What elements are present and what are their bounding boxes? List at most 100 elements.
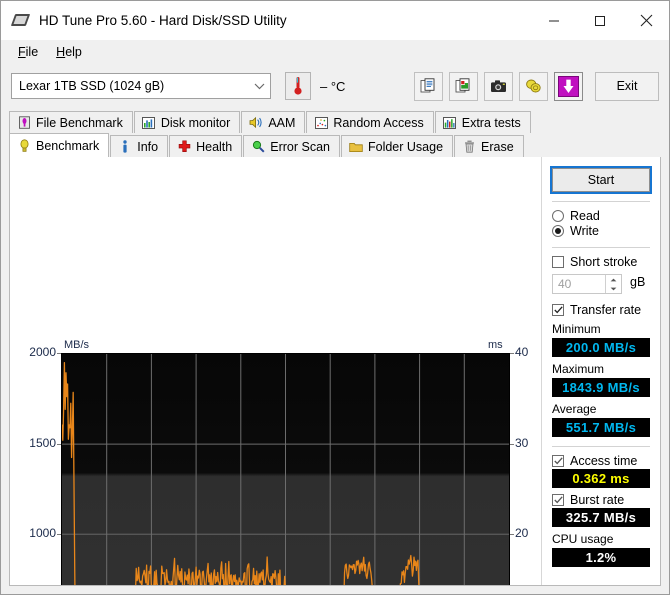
transfer-rate-checkbox[interactable] <box>552 304 564 316</box>
hd-tune-window: HD Tune Pro 5.60 - Hard Disk/SSD Utility… <box>0 0 670 595</box>
radio-read-control[interactable] <box>552 210 564 222</box>
checkbox-short-stroke[interactable]: Short stroke <box>552 255 652 269</box>
y-tick-label: 2000 <box>29 345 56 359</box>
y2-tick-label: 40 <box>515 345 529 359</box>
short-stroke-checkbox[interactable] <box>552 256 564 268</box>
benchmark-panel: MB/s ms 200015001000500 40302010 0102204… <box>9 157 661 586</box>
cpu-usage-value: 1.2% <box>552 548 650 567</box>
checkbox-transfer-rate[interactable]: Transfer rate <box>552 303 652 317</box>
y2-tick-label: 30 <box>515 435 529 450</box>
tab-error-scan[interactable]: Error Scan <box>243 135 340 157</box>
y2-tick-mark <box>510 534 514 535</box>
stepper-down[interactable] <box>606 284 621 293</box>
tab-row-bottom: Benchmark Info Health Error Scan Folder … <box>9 133 661 157</box>
average-value: 551.7 MB/s <box>552 418 650 437</box>
file-benchmark-icon <box>17 116 31 130</box>
burst-rate-value: 325.7 MB/s <box>552 508 650 527</box>
tab-label: Folder Usage <box>367 139 444 154</box>
minimum-label: Minimum <box>552 322 601 336</box>
extra-tests-icon <box>443 116 457 130</box>
menu-bar: File Help <box>1 40 669 63</box>
tab-label: Health <box>196 139 233 154</box>
copy-image-button[interactable] <box>449 71 478 101</box>
window-controls <box>531 1 669 40</box>
app-icon <box>10 12 31 29</box>
radio-read[interactable]: Read <box>552 209 652 223</box>
folder-icon <box>349 140 363 154</box>
minimize-button[interactable] <box>531 1 577 40</box>
radio-read-label: Read <box>570 209 600 223</box>
menu-help[interactable]: Help <box>47 43 91 61</box>
access-time-checkbox[interactable] <box>552 455 564 467</box>
info-icon <box>118 139 132 154</box>
stepper-buttons[interactable] <box>605 275 621 293</box>
y2-tick-mark <box>510 353 514 354</box>
tab-file-benchmark[interactable]: File Benchmark <box>9 111 133 133</box>
tab-random-access[interactable]: Random Access <box>306 111 434 133</box>
drive-select[interactable]: Lexar 1TB SSD (1024 gB) <box>11 73 271 99</box>
average-label: Average <box>552 402 597 416</box>
tab-label: Benchmark <box>36 138 100 153</box>
tab-folder-usage[interactable]: Folder Usage <box>340 135 454 157</box>
trash-icon <box>462 140 476 154</box>
copy-text-button[interactable] <box>414 71 443 101</box>
access-time-label: Access time <box>570 454 638 468</box>
thermometer-icon <box>285 72 311 100</box>
burst-rate-label: Burst rate <box>570 493 625 507</box>
title-bar: HD Tune Pro 5.60 - Hard Disk/SSD Utility <box>1 1 669 40</box>
y-tick-label: 1500 <box>29 435 56 450</box>
results-panel: Start Read Write Short stroke 40 gB Tran… <box>541 157 660 585</box>
tab-label: Extra tests <box>461 115 521 130</box>
y2-axis-label: ms <box>488 339 503 351</box>
tab-row-top: File Benchmark Disk monitor AAM Random A… <box>9 109 661 133</box>
maximize-button[interactable] <box>577 1 623 40</box>
download-button[interactable] <box>554 71 583 101</box>
checkbox-access-time[interactable]: Access time <box>552 454 652 468</box>
screenshot-button[interactable] <box>484 71 513 101</box>
tab-disk-monitor[interactable]: Disk monitor <box>133 111 241 133</box>
chevron-down-icon <box>248 83 270 90</box>
temperature-value: – °C <box>320 78 346 94</box>
start-button[interactable]: Start <box>550 166 652 194</box>
transfer-rate-label: Transfer rate <box>570 303 642 317</box>
radio-write-control[interactable] <box>552 225 564 237</box>
magnifier-icon <box>251 140 265 154</box>
plot-area <box>61 353 510 585</box>
menu-file[interactable]: File <box>9 43 47 61</box>
exit-button[interactable]: Exit <box>595 71 659 101</box>
toolbar: Lexar 1TB SSD (1024 gB) – °C Exit <box>1 63 669 109</box>
toolbar-buttons: Exit <box>414 71 659 101</box>
y-axis-label: MB/s <box>64 339 90 351</box>
y2-tick-mark <box>510 443 514 445</box>
coins-button[interactable] <box>519 71 548 101</box>
checkbox-burst-rate[interactable]: Burst rate <box>552 493 652 507</box>
short-stroke-label: Short stroke <box>570 255 638 269</box>
tab-info[interactable]: Info <box>110 135 169 157</box>
burst-rate-checkbox[interactable] <box>552 494 564 506</box>
short-stroke-stepper[interactable]: 40 <box>552 274 622 294</box>
window-title: HD Tune Pro 5.60 - Hard Disk/SSD Utility <box>39 13 287 28</box>
tab-label: AAM <box>268 115 296 130</box>
tab-label: Disk monitor <box>160 115 231 130</box>
random-access-icon <box>314 116 328 130</box>
tab-erase[interactable]: Erase <box>454 135 524 157</box>
tab-extra-tests[interactable]: Extra tests <box>434 111 531 133</box>
stepper-up[interactable] <box>606 275 621 284</box>
radio-write[interactable]: Write <box>552 224 652 238</box>
divider <box>552 446 650 447</box>
tab-label: Error Scan <box>270 139 330 154</box>
close-button[interactable] <box>623 1 669 40</box>
tab-label: File Benchmark <box>36 115 123 130</box>
tab-health[interactable]: Health <box>169 135 243 157</box>
tab-label: Info <box>137 139 159 154</box>
drive-select-value: Lexar 1TB SSD (1024 gB) <box>19 79 165 93</box>
transfer-rate-chart: MB/s ms 200015001000500 40302010 0102204… <box>10 157 541 585</box>
tab-label: Erase <box>481 139 514 154</box>
lightbulb-icon <box>17 138 31 153</box>
tab-aam[interactable]: AAM <box>241 111 306 133</box>
tab-benchmark[interactable]: Benchmark <box>9 133 110 157</box>
minimum-value: 200.0 MB/s <box>552 338 650 357</box>
y-tick-label: 1000 <box>29 526 56 540</box>
maximum-label: Maximum <box>552 362 605 376</box>
speaker-icon <box>249 116 263 130</box>
